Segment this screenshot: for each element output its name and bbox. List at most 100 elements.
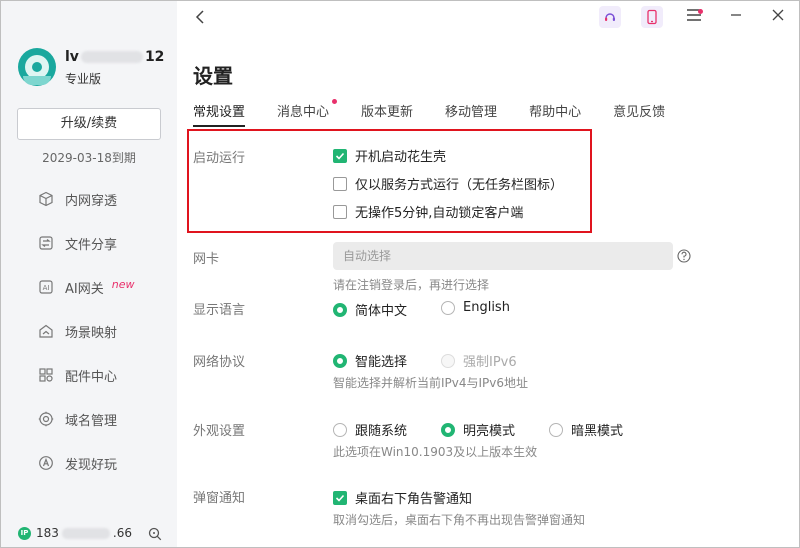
option-label: 桌面右下角告警通知 [355, 492, 473, 507]
radio-disabled [441, 353, 455, 368]
close-button[interactable] [757, 1, 799, 33]
radio-selected[interactable] [441, 422, 455, 437]
sidebar-item-discover[interactable]: 发现好玩 [1, 441, 177, 485]
tab-general[interactable]: 常规设置 [193, 101, 246, 127]
domain-icon [37, 410, 55, 428]
radio-selected[interactable] [333, 302, 347, 317]
language-zh-radio[interactable]: 简体中文 [333, 300, 407, 319]
option-label: 明亮模式 [463, 424, 516, 439]
notification-dot [698, 9, 703, 14]
appearance-hint: 此选项在Win10.1903及以上版本生效 [333, 445, 538, 459]
tab-feedback[interactable]: 意见反馈 [613, 101, 665, 127]
radio[interactable] [441, 300, 455, 315]
option-label: 无操作5分钟,自动锁定客户端 [355, 206, 524, 221]
startup-label: 启动运行 [193, 151, 246, 166]
appearance-light-radio[interactable]: 明亮模式 [441, 420, 515, 439]
auto-lock-checkbox[interactable]: 无操作5分钟,自动锁定客户端 [333, 202, 523, 221]
language-label: 显示语言 [193, 303, 246, 318]
option-label: English [463, 300, 510, 315]
sidebar-item-accessory[interactable]: 配件中心 [1, 353, 177, 397]
user-name: lv 12 [65, 49, 165, 65]
tab-label: 常规设置 [193, 105, 246, 120]
service-mode-checkbox[interactable]: 仅以服务方式运行（无任务栏图标） [333, 174, 563, 193]
popup-label: 弹窗通知 [193, 491, 246, 506]
new-badge: new [111, 277, 135, 291]
svg-text:AI: AI [43, 284, 50, 292]
minimize-icon [729, 8, 743, 26]
scene-icon [37, 322, 55, 340]
ip-info: IP 183 .66 [18, 526, 132, 540]
radio-selected[interactable] [333, 353, 347, 368]
checkbox-checked[interactable] [333, 490, 347, 505]
nic-hint: 请在注销登录后，再进行选择 [333, 278, 490, 292]
radio[interactable] [333, 422, 347, 437]
sidebar-item-intranet[interactable]: 内网穿透 [1, 177, 177, 221]
option-label: 仅以服务方式运行（无任务栏图标） [355, 178, 564, 193]
sidebar-item-domain[interactable]: 域名管理 [1, 397, 177, 441]
file-share-icon [37, 234, 55, 252]
sidebar-item-file-share[interactable]: 文件分享 [1, 221, 177, 265]
protocol-ipv6-radio: 强制IPv6 [441, 351, 517, 370]
notification-dot [332, 99, 338, 104]
ip-suffix: .66 [112, 526, 132, 540]
help-icon[interactable] [677, 249, 691, 267]
sidebar-item-label: 发现好玩 [65, 457, 118, 473]
protocol-smart-radio[interactable]: 智能选择 [333, 351, 407, 370]
checkbox-checked[interactable] [333, 148, 347, 163]
accessory-icon [37, 366, 55, 384]
checkbox[interactable] [333, 204, 347, 219]
avatar[interactable] [18, 48, 56, 86]
desktop-alert-checkbox[interactable]: 桌面右下角告警通知 [333, 488, 472, 507]
sidebar-item-label: AI网关 [65, 281, 104, 297]
tab-label: 意见反馈 [613, 105, 666, 120]
protocol-label: 网络协议 [193, 355, 246, 370]
radio[interactable] [549, 422, 563, 437]
title-bar-controls [589, 1, 799, 35]
tab-label: 移动管理 [445, 105, 498, 120]
sidebar-item-label: 场景映射 [65, 325, 118, 341]
option-label: 简体中文 [355, 304, 408, 319]
sidebar-item-label: 文件分享 [65, 237, 118, 253]
menu-button[interactable] [673, 1, 715, 33]
close-icon [771, 8, 785, 26]
protocol-hint: 智能选择并解析当前IPv4与IPv6地址 [333, 376, 529, 390]
user-plan: 专业版 [65, 72, 102, 86]
support-button[interactable] [589, 1, 631, 33]
option-label: 跟随系统 [355, 424, 408, 439]
sidebar-nav: 内网穿透 文件分享 AI AI网关 new 场景映射 配件中心 域名管理 发现好… [1, 177, 177, 485]
ip-badge: IP [18, 526, 31, 540]
appearance-system-radio[interactable]: 跟随系统 [333, 420, 407, 439]
page-title: 设置 [193, 64, 233, 88]
settings-tabs: 常规设置 消息中心 版本更新 移动管理 帮助中心 意见反馈 [193, 99, 697, 127]
sidebar-item-ai-gateway[interactable]: AI AI网关 new [1, 265, 177, 309]
tab-mobile[interactable]: 移动管理 [445, 101, 497, 127]
nic-select[interactable]: 自动选择 [333, 242, 673, 270]
tab-updates[interactable]: 版本更新 [361, 101, 413, 127]
option-label: 暗黑模式 [571, 424, 624, 439]
cube-icon [37, 190, 55, 208]
startup-autostart-checkbox[interactable]: 开机启动花生壳 [333, 146, 446, 165]
phone-icon [641, 6, 663, 28]
checkbox[interactable] [333, 176, 347, 191]
search-ip-icon[interactable] [148, 527, 162, 545]
option-label: 智能选择 [355, 355, 408, 370]
expire-date: 2029-03-18到期 [42, 151, 136, 165]
language-en-radio[interactable]: English [441, 300, 510, 315]
tab-label: 版本更新 [361, 105, 414, 120]
nic-label: 网卡 [193, 252, 220, 267]
minimize-button[interactable] [715, 1, 757, 33]
appearance-dark-radio[interactable]: 暗黑模式 [549, 420, 623, 439]
ai-icon: AI [37, 278, 55, 296]
upgrade-button[interactable]: 升级/续费 [17, 108, 161, 140]
tab-messages[interactable]: 消息中心 [277, 99, 338, 127]
mobile-button[interactable] [631, 1, 673, 33]
tab-help[interactable]: 帮助中心 [529, 101, 581, 127]
back-icon[interactable] [194, 9, 208, 29]
sidebar: lv 12 专业版 升级/续费 2029-03-18到期 内网穿透 文件分享 AI [1, 1, 177, 547]
sidebar-item-scene-mapping[interactable]: 场景映射 [1, 309, 177, 353]
option-label: 强制IPv6 [463, 355, 517, 370]
appearance-label: 外观设置 [193, 424, 246, 439]
sidebar-item-label: 域名管理 [65, 413, 118, 429]
discover-icon [37, 454, 55, 472]
popup-hint: 取消勾选后，桌面右下角不再出现告警弹窗通知 [333, 513, 586, 527]
